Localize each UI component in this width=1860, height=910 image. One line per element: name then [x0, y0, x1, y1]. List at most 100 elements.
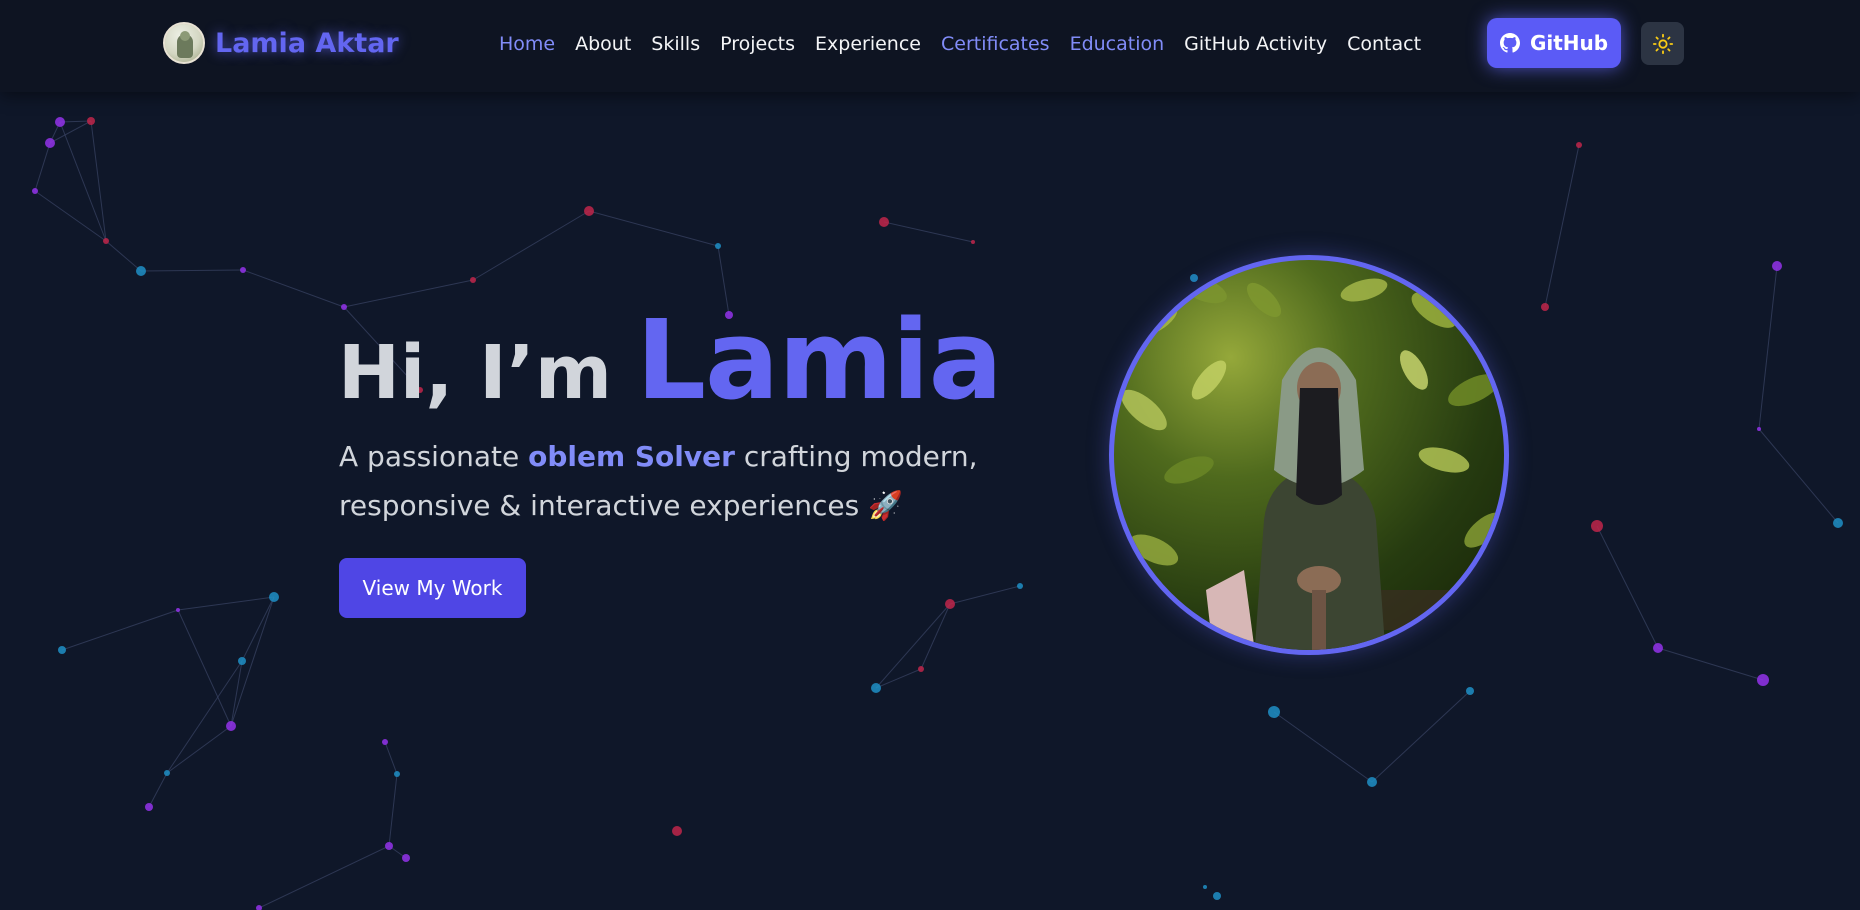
particle-link: [105, 240, 142, 272]
particle-dot: [584, 206, 594, 216]
particle-dot: [470, 277, 476, 283]
view-my-work-button[interactable]: View My Work: [339, 558, 526, 618]
particle-link: [177, 596, 275, 611]
particle-link: [166, 725, 232, 774]
brand[interactable]: Lamia Aktar: [163, 22, 399, 64]
particle-dot: [1591, 520, 1603, 532]
particle-dot: [1757, 674, 1769, 686]
nav-link-contact[interactable]: Contact: [1347, 33, 1421, 55]
particle-dot: [1213, 892, 1221, 900]
particle-link: [949, 585, 1021, 605]
particle-dot: [945, 599, 955, 609]
particle-link: [1273, 711, 1373, 783]
particle-dot: [1268, 706, 1280, 718]
particle-link: [1758, 265, 1778, 430]
particle-link: [1758, 428, 1839, 524]
particle-link: [1596, 525, 1659, 649]
particle-dot: [226, 721, 236, 731]
particle-link: [230, 596, 275, 727]
nav-link-certificates[interactable]: Certificates: [941, 33, 1050, 55]
particle-link: [1371, 690, 1471, 783]
particle-dot: [1653, 643, 1663, 653]
particle-link: [258, 845, 390, 909]
hero-name: Lamia: [635, 296, 1003, 424]
particle-dot: [87, 117, 95, 125]
github-button-label: GitHub: [1529, 31, 1609, 55]
particle-dot: [45, 138, 55, 148]
particle-link: [241, 596, 275, 662]
particle-link: [230, 660, 243, 727]
particle-link: [875, 668, 922, 689]
particle-dot: [1833, 518, 1843, 528]
tagline-typed-role: oblem Solver: [528, 440, 735, 473]
github-button[interactable]: GitHub: [1487, 18, 1621, 68]
particle-dot: [1367, 777, 1377, 787]
brand-name: Lamia Aktar: [215, 27, 399, 59]
particle-link: [1657, 647, 1764, 681]
particle-link: [177, 609, 232, 727]
particle-dot: [1576, 142, 1582, 148]
hero-tagline: A passionate oblem Solver crafting moder…: [339, 432, 979, 530]
particle-dot: [394, 771, 400, 777]
particle-dot: [1772, 261, 1782, 271]
particle-link: [61, 609, 179, 651]
theme-toggle-button[interactable]: [1641, 22, 1684, 65]
particle-link: [34, 190, 107, 242]
nav-link-home[interactable]: Home: [499, 33, 555, 55]
particle-link: [34, 142, 51, 192]
particle-dot: [672, 826, 682, 836]
particle-dot: [879, 217, 889, 227]
particle-dot: [240, 267, 246, 273]
nav-link-skills[interactable]: Skills: [651, 33, 700, 55]
particle-link: [166, 660, 243, 774]
particle-link: [920, 603, 951, 670]
particle-dot: [385, 842, 393, 850]
particle-dot: [1541, 303, 1549, 311]
rocket-icon: 🚀: [868, 489, 903, 522]
particle-dot: [32, 188, 38, 194]
particle-dot: [58, 646, 66, 654]
particle-dot: [382, 739, 388, 745]
particle-link: [242, 269, 345, 308]
sun-icon: [1652, 33, 1673, 54]
particle-dot: [238, 657, 246, 665]
nav-link-experience[interactable]: Experience: [815, 33, 921, 55]
particle-dot: [1757, 427, 1761, 431]
particle-dot: [715, 243, 721, 249]
particle-link: [140, 269, 244, 272]
tagline-prefix: A passionate: [339, 440, 529, 473]
nav-link-education[interactable]: Education: [1070, 33, 1165, 55]
navbar: Lamia Aktar Home About Skills Projects E…: [0, 0, 1860, 92]
nav-link-projects[interactable]: Projects: [720, 33, 795, 55]
particle-dot: [1466, 687, 1474, 695]
github-icon: [1499, 33, 1520, 53]
nav-menu: Home About Skills Projects Experience Ce…: [499, 30, 1441, 58]
hero-heading: Hi, I’m Lamia: [338, 296, 1003, 424]
particle-dot: [971, 240, 975, 244]
nav-link-github-activity[interactable]: GitHub Activity: [1184, 33, 1327, 55]
particle-link: [875, 603, 951, 689]
particle-dot: [164, 770, 170, 776]
particle-link: [1544, 144, 1580, 308]
particle-dot: [176, 608, 180, 612]
profile-photo: [1109, 255, 1509, 655]
particle-dot: [55, 117, 65, 127]
nav-link-about[interactable]: About: [575, 33, 631, 55]
brand-avatar: [163, 22, 205, 64]
particle-link: [588, 210, 719, 247]
particle-dot: [103, 238, 109, 244]
particle-dot: [1203, 885, 1207, 889]
particle-dot: [402, 854, 410, 862]
particle-link: [90, 120, 107, 242]
particle-dot: [256, 905, 262, 910]
particle-link: [388, 773, 398, 847]
particle-link: [148, 772, 168, 808]
particle-link: [384, 741, 398, 775]
particle-dot: [269, 592, 279, 602]
particle-dot: [918, 666, 924, 672]
particle-link: [883, 221, 974, 243]
hero-greeting: Hi, I’m: [338, 330, 612, 416]
particle-link: [472, 210, 590, 281]
particle-dot: [871, 683, 881, 693]
particle-link: [59, 121, 107, 242]
